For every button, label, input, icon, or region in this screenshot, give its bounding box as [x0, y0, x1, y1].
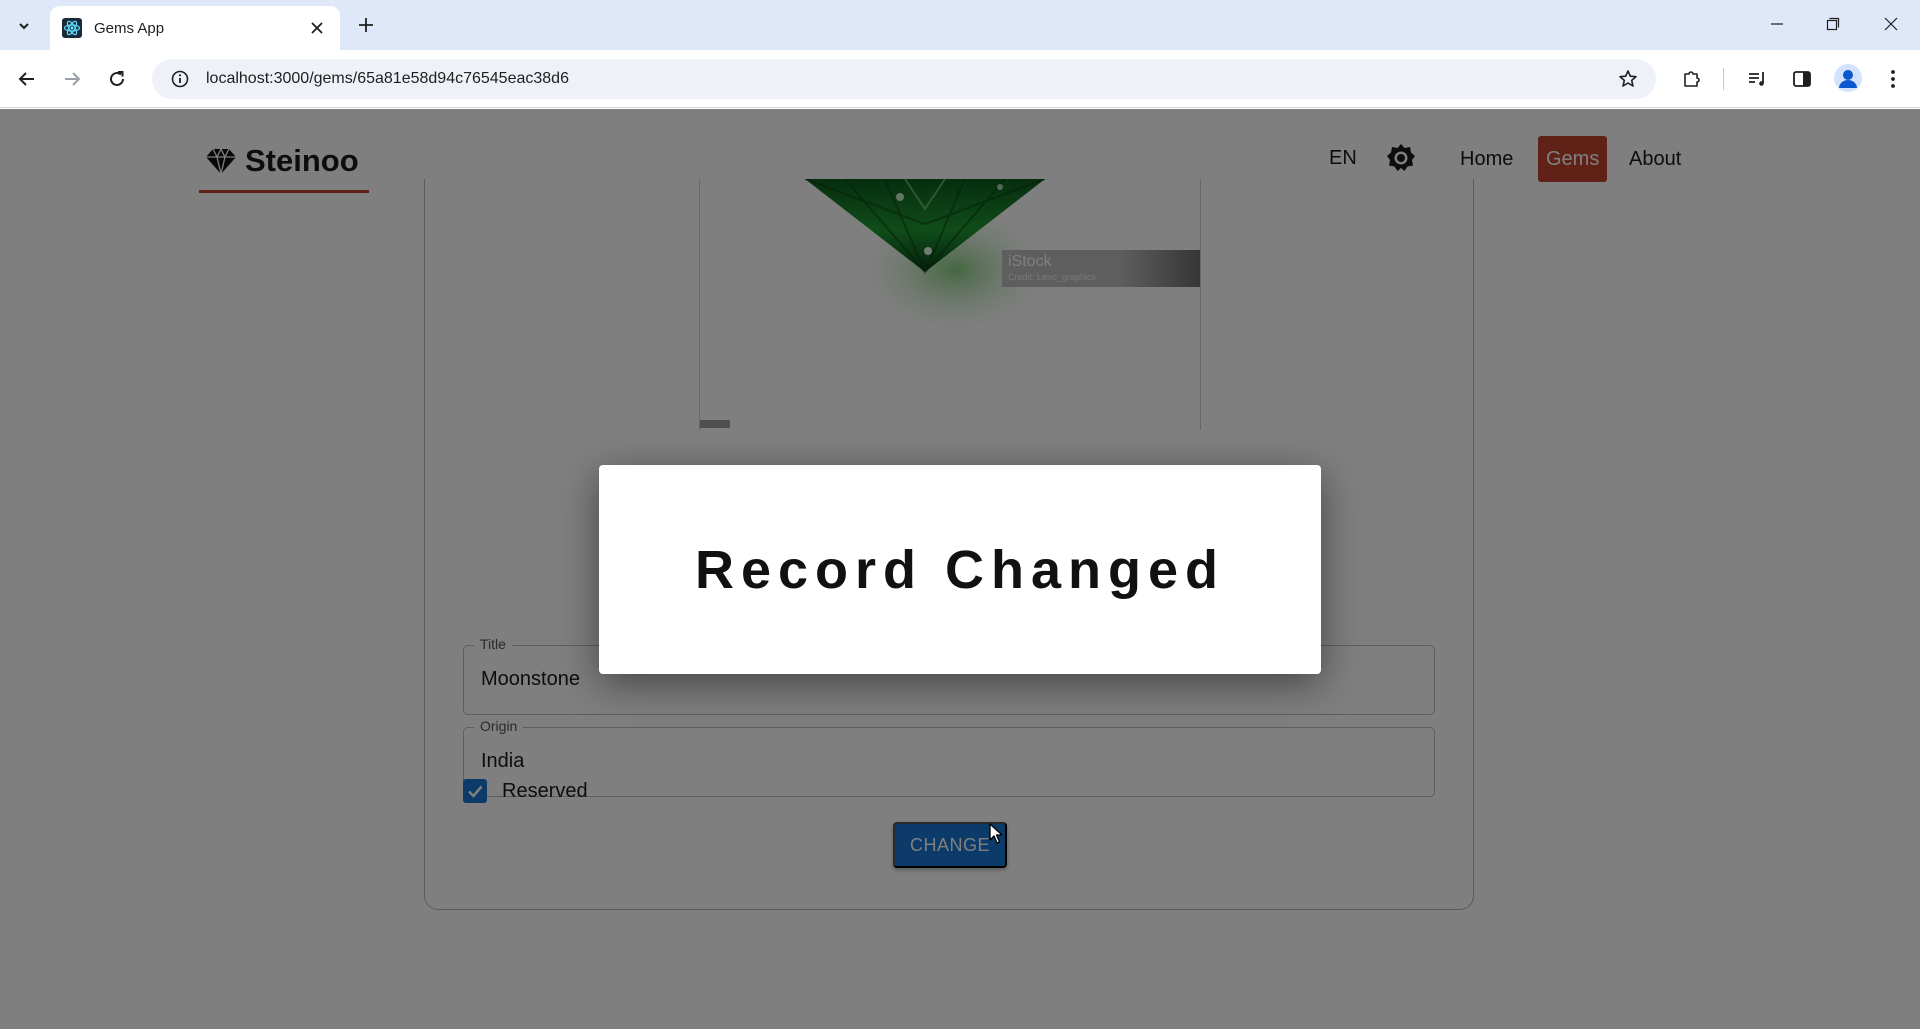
chevron-down-icon [19, 23, 29, 30]
minimize-icon [1771, 23, 1783, 25]
close-icon [311, 22, 323, 34]
browser-tab-strip: Gems App [0, 0, 1920, 50]
profile-icon [1839, 70, 1857, 88]
tab-search-button[interactable] [10, 12, 38, 40]
record-changed-dialog: Record Changed [599, 465, 1321, 674]
side-panel-icon [1793, 71, 1811, 87]
profile-avatar[interactable] [1834, 64, 1862, 92]
toolbar-separator [1723, 68, 1724, 90]
reload-button[interactable] [100, 62, 134, 96]
restore-button[interactable] [1810, 6, 1856, 42]
back-button[interactable] [10, 62, 44, 96]
react-icon [62, 18, 82, 38]
tab-close-button[interactable] [306, 17, 328, 39]
forward-arrow-icon [65, 72, 81, 86]
dialog-message: Record Changed [694, 539, 1226, 600]
new-tab-button[interactable] [352, 11, 380, 39]
address-bar[interactable]: localhost:3000/gems/65a81e58d94c76545eac… [152, 59, 1656, 99]
side-panel-button[interactable] [1787, 64, 1817, 94]
mouse-cursor-icon [989, 823, 1003, 844]
url-text: localhost:3000/gems/65a81e58d94c76545eac… [206, 70, 569, 87]
browser-tab[interactable]: Gems App [50, 6, 340, 50]
browser-menu-button[interactable] [1878, 64, 1908, 94]
puzzle-icon [1684, 71, 1700, 87]
media-control-icon [1749, 72, 1764, 86]
page-viewport: Steinoo EN Home Gems About [0, 109, 1920, 1029]
minimize-button[interactable] [1754, 6, 1800, 42]
close-window-button[interactable] [1868, 6, 1914, 42]
info-icon[interactable] [168, 67, 192, 91]
forward-button[interactable] [55, 62, 89, 96]
browser-toolbar: localhost:3000/gems/65a81e58d94c76545eac… [0, 50, 1920, 108]
close-icon [1884, 17, 1898, 31]
plus-icon [359, 18, 373, 32]
bookmark-star-icon[interactable] [1616, 67, 1640, 91]
restore-icon [1826, 17, 1840, 31]
tab-title: Gems App [94, 19, 165, 37]
extensions-button[interactable] [1677, 64, 1707, 94]
back-arrow-icon [18, 72, 34, 86]
kebab-menu-icon [1891, 70, 1895, 88]
reload-icon [110, 71, 124, 86]
media-control-button[interactable] [1742, 64, 1772, 94]
